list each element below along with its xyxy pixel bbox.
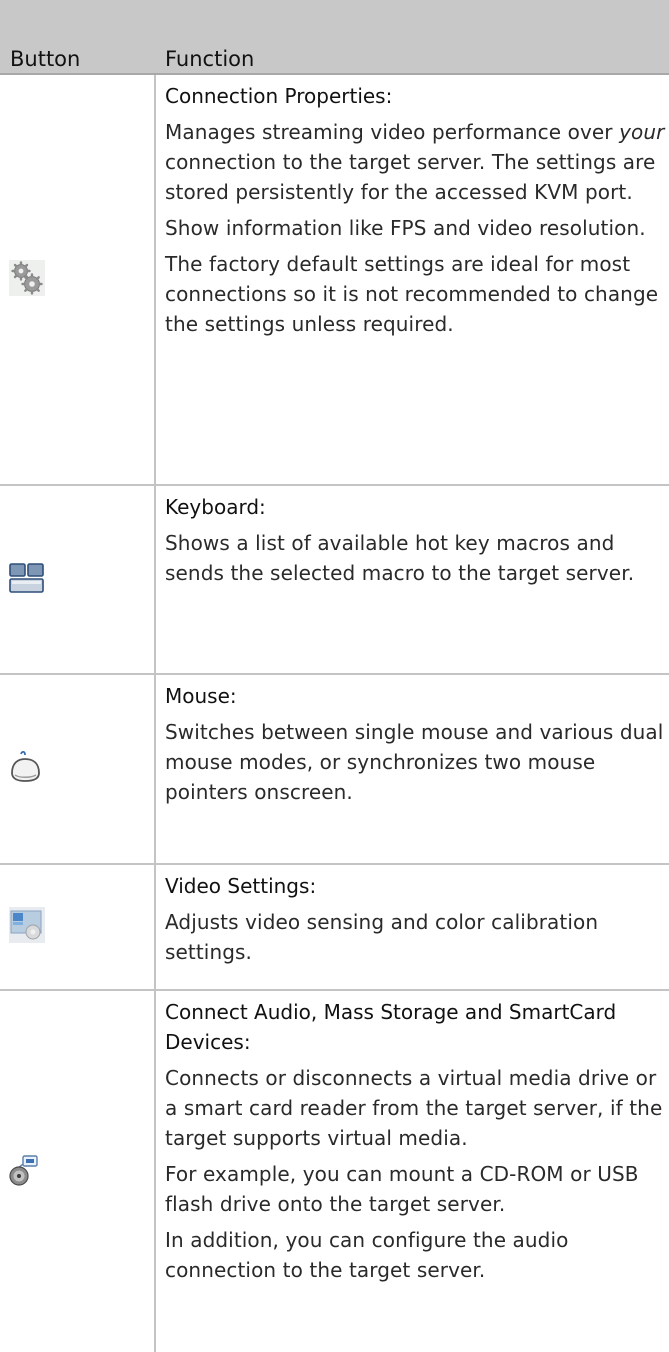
description-paragraph: Shows a list of available hot key macros… — [165, 531, 635, 585]
description-paragraph: Adjusts video sensing and color calibrat… — [165, 910, 599, 964]
function-cell: Video Settings: Adjusts video sensing an… — [155, 864, 669, 991]
description-paragraph: Connects or disconnects a virtual media … — [165, 1066, 663, 1150]
table-header-row: Button Function — [0, 0, 669, 75]
icon-cell — [0, 74, 156, 486]
video-settings-icon[interactable] — [9, 907, 45, 943]
row-title: Keyboard: — [165, 495, 266, 519]
description-paragraph: Manages streaming video performance over… — [165, 120, 665, 204]
description-paragraph: Show information like FPS and video reso… — [165, 216, 646, 240]
mouse-icon[interactable] — [9, 749, 45, 785]
table-row: Video Settings: Adjusts video sensing an… — [0, 864, 669, 991]
table-row: Mouse: Switches between single mouse and… — [0, 674, 669, 865]
row-title: Connect Audio, Mass Storage and SmartCar… — [165, 1000, 617, 1054]
description-paragraph: For example, you can mount a CD-ROM or U… — [165, 1162, 639, 1216]
description-paragraph: Switches between single mouse and variou… — [165, 720, 664, 804]
table-row: Connect Audio, Mass Storage and SmartCar… — [0, 990, 669, 1352]
table-row: Keyboard: Shows a list of available hot … — [0, 485, 669, 675]
icon-cell — [0, 674, 156, 865]
header-button: Button — [0, 0, 155, 75]
row-title: Connection Properties: — [165, 84, 393, 108]
function-cell: Mouse: Switches between single mouse and… — [155, 674, 669, 865]
media-devices-icon[interactable] — [9, 1152, 45, 1188]
icon-cell — [0, 485, 156, 675]
table-row: Connection Properties: Manages streaming… — [0, 74, 669, 486]
icon-cell — [0, 990, 156, 1352]
description-paragraph: In addition, you can configure the audio… — [165, 1228, 569, 1282]
function-cell: Keyboard: Shows a list of available hot … — [155, 485, 669, 675]
description-paragraph: The factory default settings are ideal f… — [165, 252, 659, 336]
function-cell: Connection Properties: Manages streaming… — [155, 74, 669, 486]
gears-icon[interactable] — [9, 259, 45, 296]
function-cell: Connect Audio, Mass Storage and SmartCar… — [155, 990, 669, 1352]
row-title: Mouse: — [165, 684, 237, 708]
row-title: Video Settings: — [165, 874, 317, 898]
icon-cell — [0, 864, 156, 991]
header-function: Function — [155, 0, 669, 75]
keyboard-icon[interactable] — [9, 560, 45, 596]
button-function-table: Button Function Connection Properties: M… — [0, 0, 669, 1352]
